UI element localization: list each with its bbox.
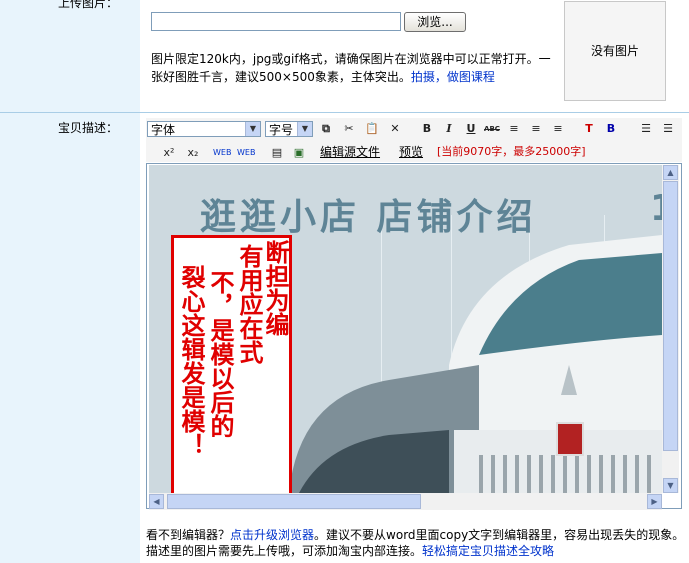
subscript-button[interactable]: x₂	[184, 145, 202, 161]
description-label: 宝贝描述：	[57, 121, 118, 135]
vertical-scroll-thumb[interactable]	[663, 181, 678, 451]
warning-column-1: 断担为编	[261, 240, 290, 336]
bold-button[interactable]: B	[418, 121, 436, 137]
strikethrough-button[interactable]: ABC	[483, 121, 501, 137]
scroll-up-icon[interactable]: ▲	[663, 165, 678, 180]
remove-web-link-icon[interactable]: WEB	[237, 145, 255, 161]
shop-banner-title: 逛逛小店 店铺介绍	[200, 197, 537, 238]
delete-icon[interactable]: ✕	[386, 121, 404, 137]
font-select-value: 字体	[151, 123, 176, 137]
vertical-scrollbar[interactable]: ▲ ▼	[662, 165, 679, 493]
horizontal-scrollbar[interactable]: ◀ ▶	[149, 493, 662, 510]
image-preview: 没有图片	[564, 1, 666, 101]
footer-text-a: 看不到编辑器？	[146, 528, 231, 542]
upload-label: 上传图片：	[57, 0, 118, 10]
align-left-icon[interactable]: ≡	[505, 121, 523, 137]
insert-web-link-icon[interactable]: WEB	[213, 145, 231, 161]
chevron-down-icon: ▼	[245, 122, 260, 136]
chevron-down-icon: ▼	[297, 122, 312, 136]
align-right-icon[interactable]: ≡	[549, 121, 567, 137]
ordered-list-icon[interactable]: ☰	[637, 121, 655, 137]
unordered-list-icon[interactable]: ☰	[659, 121, 677, 137]
horizontal-scroll-thumb[interactable]	[167, 494, 421, 509]
italic-button[interactable]: I	[440, 121, 458, 137]
text-color-icon[interactable]: T	[580, 121, 598, 137]
label-column	[0, 0, 140, 563]
upgrade-browser-link[interactable]: 点击升级浏览器	[230, 528, 314, 542]
scroll-down-icon[interactable]: ▼	[663, 478, 678, 493]
warning-column-2: 有用应在式	[235, 244, 264, 364]
edit-source-button[interactable]: 编辑源文件	[320, 144, 380, 160]
horizontal-rule-icon[interactable]: ▤	[268, 145, 286, 161]
copy-icon[interactable]: ⧉	[317, 121, 335, 137]
paste-icon[interactable]: 📋	[363, 121, 381, 137]
font-select[interactable]: 字体 ▼	[147, 121, 261, 137]
photo-course-link[interactable]: 拍摄，做图课程	[411, 70, 495, 84]
row-separator	[0, 112, 689, 113]
background-color-icon[interactable]: B	[602, 121, 620, 137]
description-guide-link[interactable]: 轻松搞定宝贝描述全攻略	[422, 544, 554, 558]
align-center-icon[interactable]: ≡	[527, 121, 545, 137]
warning-column-3: 不，是模以后的	[206, 270, 235, 438]
editor-footer-note: 看不到编辑器？点击升级浏览器。建议不要从word里面copy文字到编辑器里，容易…	[146, 527, 686, 559]
file-path-input[interactable]	[151, 12, 401, 31]
template-warning-box: 断担为编 有用应在式 不，是模以后的 裂心这辑发是模！	[171, 235, 292, 496]
warning-column-4: 裂心这辑发是模！	[177, 265, 206, 457]
scroll-right-icon[interactable]: ▶	[647, 494, 662, 509]
superscript-button[interactable]: x²	[160, 145, 178, 161]
scroll-left-icon[interactable]: ◀	[149, 494, 164, 509]
cut-icon[interactable]: ✂	[340, 121, 358, 137]
character-counter: [当前9070字，最多25000字]	[437, 145, 586, 158]
browse-button[interactable]: 浏览...	[404, 12, 466, 32]
preview-button[interactable]: 预览	[399, 144, 423, 160]
size-select[interactable]: 字号 ▼	[265, 121, 313, 137]
underline-button[interactable]: U	[462, 121, 480, 137]
size-select-value: 字号	[269, 123, 294, 137]
insert-image-icon[interactable]: ▣	[290, 145, 308, 161]
upload-hint: 图片限定120k内，jpg或gif格式，请确保图片在浏览器中可以正常打开。一张好…	[151, 50, 553, 86]
